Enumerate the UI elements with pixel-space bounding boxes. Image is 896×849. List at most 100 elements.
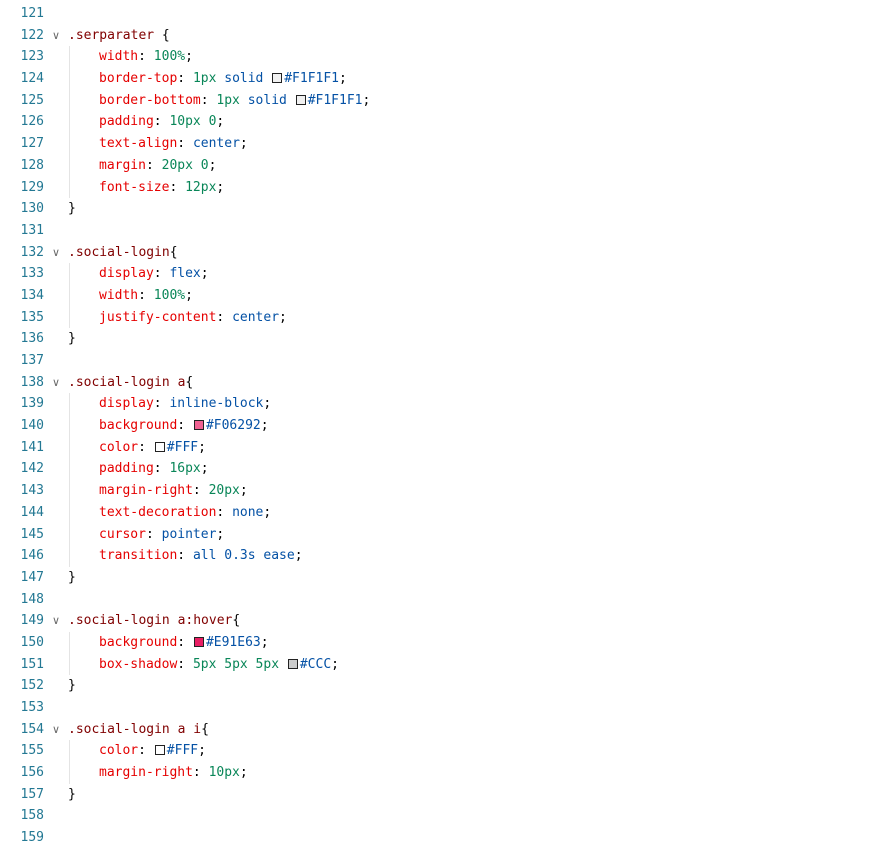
code-line[interactable]: 128 margin: 20px 0; xyxy=(0,154,896,177)
code-text: background: #F06292; xyxy=(68,415,269,437)
semicolon: ; xyxy=(294,548,303,564)
semicolon: ; xyxy=(216,526,225,542)
line-number: 148 xyxy=(20,591,44,607)
css-property: padding xyxy=(99,461,154,477)
code-line[interactable]: 140 background: #F06292; xyxy=(0,415,896,437)
semicolon: ; xyxy=(362,92,371,108)
line-number: 158 xyxy=(20,808,44,824)
code-line[interactable]: 157} xyxy=(0,784,896,806)
css-property: text-align xyxy=(99,136,178,152)
colon: : xyxy=(138,49,146,65)
line-number: 133 xyxy=(20,266,44,282)
line-number: 126 xyxy=(20,114,44,130)
css-property: text-decoration xyxy=(99,504,217,520)
code-line[interactable]: 144 text-decoration: none; xyxy=(0,501,896,524)
code-line[interactable]: 158 xyxy=(0,805,896,827)
code-line[interactable]: 148 xyxy=(0,589,896,611)
fold-chevron-icon[interactable]: ∨ xyxy=(50,610,62,632)
code-line[interactable]: 154 ∨ .social-login a i{ xyxy=(0,719,896,741)
code-line[interactable]: 122 ∨ .serparater { xyxy=(0,25,896,47)
color-swatch-icon[interactable] xyxy=(193,636,204,647)
code-text: background: #E91E63; xyxy=(68,632,269,654)
css-selector: .social-login a i xyxy=(68,721,202,737)
code-line[interactable]: 125 border-bottom: 1px solid #F1F1F1; xyxy=(0,89,896,112)
code-line[interactable]: 134 width: 100%; xyxy=(0,284,896,307)
line-number: 152 xyxy=(20,678,44,694)
line-number: 141 xyxy=(20,439,44,455)
semicolon: ; xyxy=(331,656,339,672)
code-line[interactable]: 149 ∨ .social-login a:hover{ xyxy=(0,610,896,632)
code-line[interactable]: 130} xyxy=(0,198,896,220)
color-value: #E91E63 xyxy=(205,634,261,650)
code-text: border-top: 1px solid #F1F1F1; xyxy=(68,68,347,90)
code-line[interactable]: 142 padding: 16px; xyxy=(0,458,896,481)
line-number: 151 xyxy=(20,656,44,672)
code-line[interactable]: 124 border-top: 1px solid #F1F1F1; xyxy=(0,68,896,90)
color-swatch-icon[interactable] xyxy=(295,94,306,105)
code-line[interactable]: 131 xyxy=(0,220,896,242)
semicolon: ; xyxy=(216,179,225,195)
code-line[interactable]: 133 display: flex; xyxy=(0,263,896,285)
color-swatch-icon[interactable] xyxy=(287,658,298,669)
css-property: border-bottom xyxy=(99,92,201,108)
css-value: solid xyxy=(247,92,287,108)
line-number: 136 xyxy=(20,331,44,347)
open-brace: { xyxy=(232,613,241,629)
code-text: width: 100%; xyxy=(68,46,193,68)
code-line[interactable]: 135 justify-content: center; xyxy=(0,306,896,329)
color-swatch-icon[interactable] xyxy=(154,745,165,756)
code-text: padding: 16px; xyxy=(68,458,209,480)
color-swatch-icon[interactable] xyxy=(154,441,165,452)
code-line[interactable]: 147} xyxy=(0,567,896,589)
code-line[interactable]: 143 margin-right: 20px; xyxy=(0,480,896,502)
code-line[interactable]: 155 color: #FFF; xyxy=(0,740,896,763)
code-line[interactable]: 127 text-align: center; xyxy=(0,133,896,155)
fold-chevron-icon[interactable]: ∨ xyxy=(50,719,62,741)
line-number: 157 xyxy=(20,786,44,802)
code-line[interactable]: 137 xyxy=(0,350,896,372)
code-line[interactable]: 141 color: #FFF; xyxy=(0,436,896,459)
code-line[interactable]: 138 ∨ .social-login a{ xyxy=(0,372,896,394)
code-line[interactable]: 151 box-shadow: 5px 5px 5px #CCC; xyxy=(0,653,896,676)
css-value: 1px xyxy=(216,92,240,108)
css-property: transition xyxy=(99,548,178,564)
code-line[interactable]: 159 xyxy=(0,827,896,849)
line-number: 137 xyxy=(20,353,44,368)
css-value: 10px 0 xyxy=(169,114,217,130)
code-line[interactable]: 145 cursor: pointer; xyxy=(0,523,896,546)
code-line[interactable]: 121 xyxy=(0,3,896,25)
css-value: 20px xyxy=(208,483,240,499)
code-text: border-bottom: 1px solid #F1F1F1; xyxy=(68,90,370,112)
css-property: display xyxy=(99,396,154,412)
code-editor[interactable]: 121 122 ∨ .serparater {123 width: 100%; 124 bo… xyxy=(0,3,896,849)
line-number: 121 xyxy=(20,6,44,21)
code-line[interactable]: 153 xyxy=(0,697,896,719)
colon: : xyxy=(138,439,146,455)
close-brace: } xyxy=(68,331,76,347)
css-value: 16px xyxy=(169,461,201,477)
code-line[interactable]: 146 transition: all 0.3s ease; xyxy=(0,545,896,567)
code-line[interactable]: 152} xyxy=(0,675,896,697)
fold-chevron-icon[interactable]: ∨ xyxy=(50,242,62,264)
code-text: color: #FFF; xyxy=(68,740,206,762)
css-value: 1px xyxy=(192,71,217,87)
code-line[interactable]: 139 display: inline-block; xyxy=(0,393,896,416)
code-line[interactable]: 129 font-size: 12px; xyxy=(0,176,896,199)
code-line[interactable]: 132 ∨ .social-login{ xyxy=(0,242,896,264)
code-line[interactable]: 126 padding: 10px 0; xyxy=(0,111,896,134)
code-line[interactable]: 123 width: 100%; xyxy=(0,46,896,69)
code-line[interactable]: 156 margin-right: 10px; xyxy=(0,762,896,784)
code-line[interactable]: 150 background: #E91E63; xyxy=(0,631,896,654)
css-value: solid xyxy=(224,71,264,87)
fold-chevron-icon[interactable]: ∨ xyxy=(50,372,62,394)
css-value: none xyxy=(232,504,264,520)
fold-chevron-icon[interactable]: ∨ xyxy=(50,25,62,47)
code-text: } xyxy=(68,784,76,806)
semicolon: ; xyxy=(339,71,347,87)
color-swatch-icon[interactable] xyxy=(272,73,283,84)
css-value: 5px 5px 5px xyxy=(192,656,280,672)
color-swatch-icon[interactable] xyxy=(193,420,204,431)
line-number: 159 xyxy=(20,830,44,846)
code-line[interactable]: 136} xyxy=(0,328,896,350)
color-value: #F1F1F1 xyxy=(307,92,363,108)
